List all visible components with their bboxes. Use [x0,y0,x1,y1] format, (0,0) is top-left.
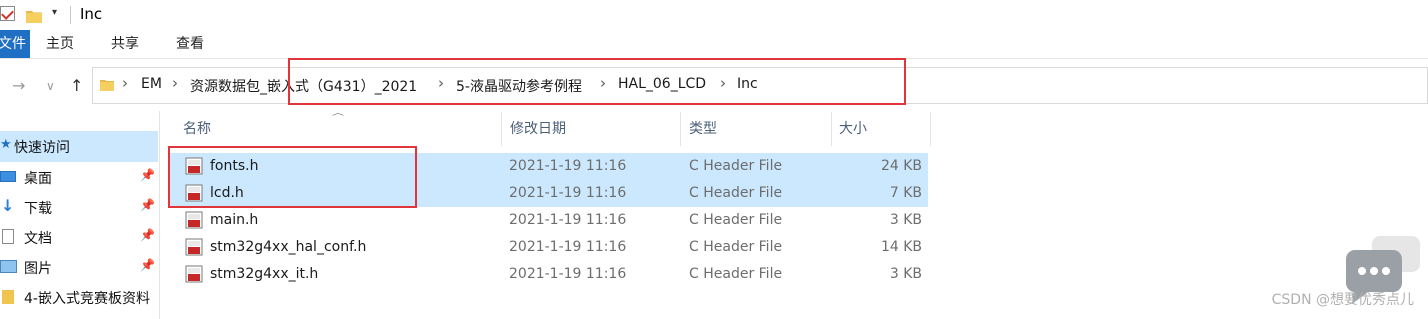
ribbon-bar [0,30,1428,59]
forward-arrow-icon[interactable]: → [12,76,25,95]
folder-icon [100,80,114,91]
file-modified: 2021-1-19 11:16 [509,212,627,228]
sidebar-divider [159,111,160,319]
pin-icon[interactable]: 📌 [140,198,155,212]
file-size: 14 KB [880,239,922,255]
tab-view[interactable]: 查看 [176,30,204,58]
pictures-icon [0,260,17,273]
title-divider [70,6,71,24]
address-highlight-box [288,58,906,105]
folder-icon [2,290,14,304]
file-name[interactable]: stm32g4xx_hal_conf.h [210,239,366,255]
file-size: 24 KB [880,158,922,174]
column-divider[interactable] [680,112,681,146]
file-modified: 2021-1-19 11:16 [509,185,627,201]
column-divider[interactable] [831,112,832,146]
sidebar-item-competition-folder[interactable]: 4-嵌入式竞赛板资料 [0,282,158,312]
sidebar-item-pictures[interactable]: 图片 📌 [0,252,158,282]
desktop-icon [0,171,16,182]
file-modified: 2021-1-19 11:16 [509,158,627,174]
tab-share[interactable]: 共享 [111,30,139,58]
sidebar-item-downloads[interactable]: ↓ 下载 📌 [0,192,158,222]
watermark-text: CSDN @想要优秀点儿 [1271,292,1414,308]
file-name[interactable]: stm32g4xx_it.h [210,266,318,282]
selected-files-highlight-box [168,146,417,208]
file-modified: 2021-1-19 11:16 [509,239,627,255]
breadcrumb-em[interactable]: EM [141,76,162,92]
download-icon: ↓ [1,196,15,215]
breadcrumb-chevron-icon[interactable]: › [172,74,178,92]
column-header-name[interactable]: 名称 [183,118,211,138]
column-divider[interactable] [930,112,931,146]
window-title: Inc [80,5,103,23]
sidebar-item-desktop[interactable]: 桌面 📌 [0,162,158,192]
file-size: 7 KB [889,185,922,201]
file-type: C Header File [689,185,783,201]
file-type: C Header File [689,158,783,174]
document-icon [2,229,14,244]
file-type: C Header File [689,212,783,228]
file-size: 3 KB [889,212,922,228]
pin-icon[interactable]: 📌 [140,168,155,182]
c-header-file-icon [185,238,203,256]
file-type: C Header File [689,239,783,255]
file-modified: 2021-1-19 11:16 [509,266,627,282]
column-header-type[interactable]: 类型 [689,118,717,138]
column-header-size[interactable]: 大小 [839,118,867,138]
customize-quick-access-icon[interactable]: ▾ [52,7,57,18]
column-divider[interactable] [501,112,502,146]
recent-locations-chevron-icon[interactable]: ∨ [46,79,55,93]
sort-ascending-icon: ︿ [332,108,345,117]
c-header-file-icon [185,265,203,283]
title-bar [0,0,1428,30]
sidebar-item-documents[interactable]: 文档 📌 [0,222,158,252]
star-icon: ★ [0,137,12,152]
new-folder-quick-access-icon[interactable] [26,9,42,23]
breadcrumb-chevron-icon[interactable]: › [122,74,128,92]
file-size: 3 KB [889,266,922,282]
sidebar-item-quick-access[interactable]: ★ 快速访问 [0,131,158,161]
file-name[interactable]: main.h [210,212,258,228]
column-header-modified[interactable]: 修改日期 [510,118,566,138]
pin-icon[interactable]: 📌 [140,258,155,272]
tab-file[interactable]: 文件 [0,30,30,58]
file-type: C Header File [689,266,783,282]
pin-icon[interactable]: 📌 [140,228,155,242]
properties-quick-access-icon[interactable] [0,6,15,21]
c-header-file-icon [185,211,203,229]
up-arrow-icon[interactable]: ↑ [70,76,83,95]
tab-home[interactable]: 主页 [46,30,74,58]
